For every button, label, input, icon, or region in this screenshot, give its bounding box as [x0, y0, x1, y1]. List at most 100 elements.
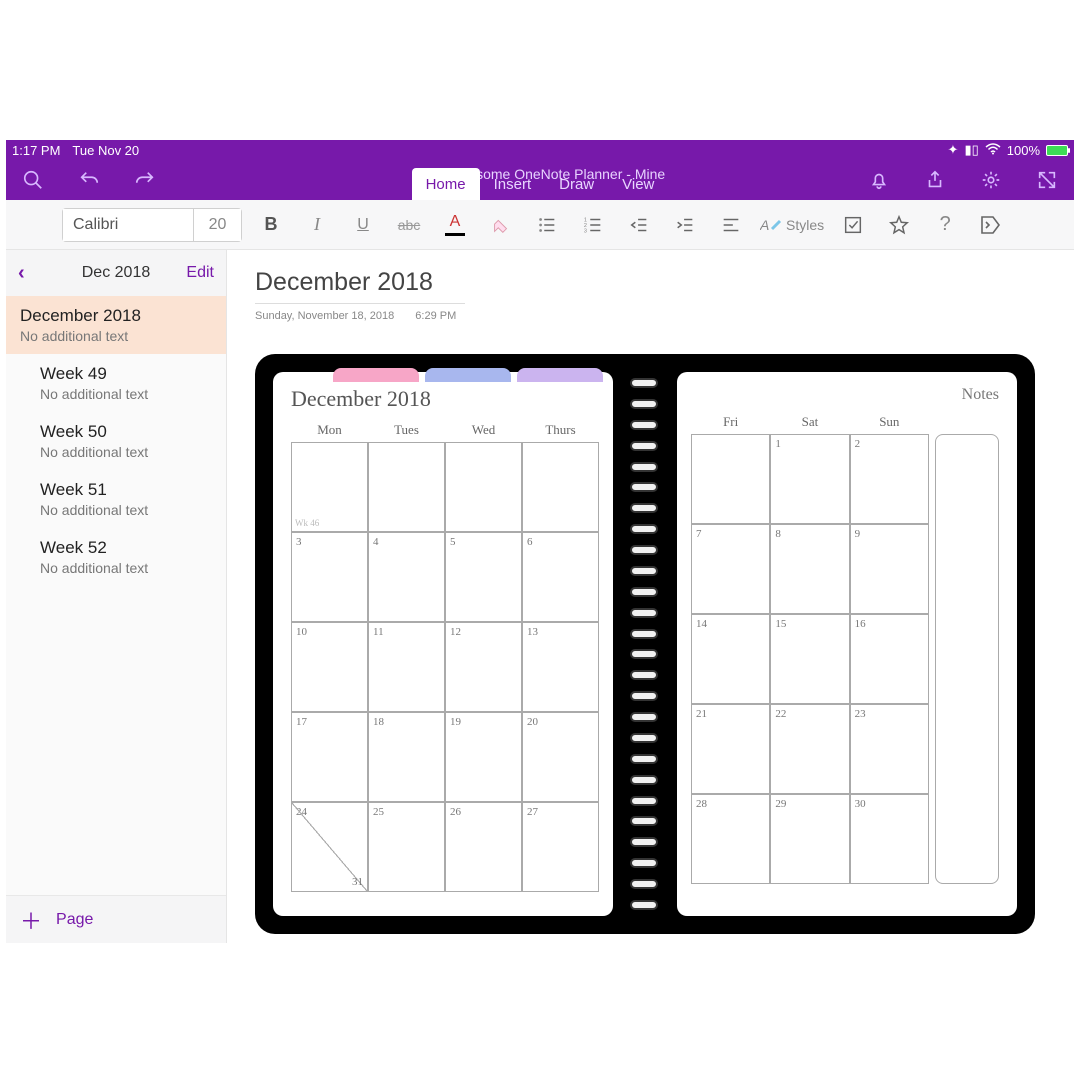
planner-month: December 2018 — [291, 386, 599, 412]
bold-button[interactable]: B — [254, 208, 288, 242]
planner-left-page: December 2018 MonTuesWedThursWk 46345610… — [273, 372, 613, 916]
tab-draw[interactable]: Draw — [545, 168, 608, 200]
calendar-cell: 8 — [770, 524, 849, 614]
page-item-title: Week 50 — [40, 422, 212, 442]
page-item-title: Week 49 — [40, 364, 212, 384]
notes-header-gap — [929, 414, 999, 434]
add-page-button[interactable]: ＋ Page — [6, 895, 226, 943]
spiral-ring — [630, 420, 658, 430]
font-name-input[interactable] — [63, 209, 193, 241]
tab-view[interactable]: View — [608, 168, 668, 200]
redo-icon[interactable] — [128, 163, 162, 197]
page-meta: Sunday, November 18, 2018 6:29 PM — [255, 310, 1046, 322]
page-item[interactable]: Week 51No additional text — [6, 470, 226, 528]
outdent-button[interactable] — [622, 208, 656, 242]
indent-button[interactable] — [668, 208, 702, 242]
todo-button[interactable] — [836, 208, 870, 242]
font-color-button[interactable]: A — [438, 208, 472, 242]
meta-time: 6:29 PM — [415, 310, 456, 322]
status-date: Tue Nov 20 — [72, 143, 139, 158]
title-rule — [255, 303, 465, 304]
strike-button[interactable]: abc — [392, 208, 426, 242]
calendar-cell: 9 — [850, 524, 929, 614]
spiral-ring — [630, 816, 658, 826]
calendar-cell: 30 — [850, 794, 929, 884]
calendar-cell: 2 — [850, 434, 929, 524]
edit-button[interactable]: Edit — [186, 264, 214, 282]
bell-icon[interactable] — [862, 163, 896, 197]
spiral-ring — [630, 399, 658, 409]
spiral-ring — [630, 587, 658, 597]
question-button[interactable]: ? — [928, 208, 962, 242]
share-icon[interactable] — [918, 163, 952, 197]
cell-icon: ▮▯ — [964, 142, 978, 158]
spiral-ring — [630, 629, 658, 639]
calendar-cell: 29 — [770, 794, 849, 884]
calendar-cell — [368, 442, 445, 532]
day-header: Sun — [850, 414, 929, 434]
page-title[interactable]: December 2018 — [255, 268, 1046, 297]
tab-home[interactable]: Home — [412, 168, 480, 200]
tab-insert[interactable]: Insert — [480, 168, 546, 200]
plus-icon: ＋ — [20, 904, 42, 936]
align-button[interactable] — [714, 208, 748, 242]
calendar-cell: 13 — [522, 622, 599, 712]
dnd-icon: ✦ — [948, 142, 959, 158]
spiral-ring — [630, 378, 658, 388]
styles-button[interactable]: A Styles — [760, 208, 824, 242]
calendar-cell: 23 — [850, 704, 929, 794]
search-icon[interactable] — [16, 163, 50, 197]
svg-text:A: A — [760, 217, 769, 233]
add-page-label: Page — [56, 911, 93, 929]
tag-button[interactable] — [974, 208, 1008, 242]
star-button[interactable] — [882, 208, 916, 242]
status-time: 1:17 PM — [12, 143, 60, 158]
day-header: Tues — [368, 422, 445, 442]
calendar-cell: 17 — [291, 712, 368, 802]
spiral-ring — [630, 900, 658, 910]
gear-icon[interactable] — [974, 163, 1008, 197]
titlebar: 2019 Awesome OneNote Planner - Mine Home… — [6, 160, 1074, 200]
spiral-ring — [630, 712, 658, 722]
page-item-title: December 2018 — [20, 306, 212, 326]
calendar-cell: 15 — [770, 614, 849, 704]
fullscreen-icon[interactable] — [1030, 163, 1064, 197]
calendar-cell: 11 — [368, 622, 445, 712]
calendar-cell: 2431 — [291, 802, 368, 892]
calendar-cell: 5 — [445, 532, 522, 622]
calendar-cell: 16 — [850, 614, 929, 704]
home-ribbon: B I U abc A 123 A Styles ? — [6, 200, 1074, 250]
planner-tabs — [333, 368, 603, 382]
battery-percent: 100% — [1007, 143, 1040, 158]
numbering-button[interactable]: 123 — [576, 208, 610, 242]
battery-icon — [1046, 145, 1068, 156]
spiral-ring — [630, 691, 658, 701]
underline-button[interactable]: U — [346, 208, 380, 242]
page-content[interactable]: December 2018 Sunday, November 18, 2018 … — [227, 250, 1074, 943]
font-selector[interactable] — [62, 208, 242, 242]
undo-icon[interactable] — [72, 163, 106, 197]
calendar-cell: 25 — [368, 802, 445, 892]
font-size-input[interactable] — [193, 209, 241, 241]
spiral-ring — [630, 670, 658, 680]
calendar-cell: 26 — [445, 802, 522, 892]
calendar-cell — [691, 434, 770, 524]
bullets-button[interactable] — [530, 208, 564, 242]
calendar-cell: 22 — [770, 704, 849, 794]
calendar-cell: 28 — [691, 794, 770, 884]
page-item[interactable]: Week 49No additional text — [6, 354, 226, 412]
calendar-cell: 3 — [291, 532, 368, 622]
calendar-cell: 1 — [770, 434, 849, 524]
spiral-ring — [630, 733, 658, 743]
calendar-cell: 27 — [522, 802, 599, 892]
spiral-ring — [630, 649, 658, 659]
spiral-ring — [630, 754, 658, 764]
back-icon[interactable]: ‹ — [18, 262, 25, 285]
calendar-cell: 21 — [691, 704, 770, 794]
page-item[interactable]: December 2018No additional text — [6, 296, 226, 354]
page-item[interactable]: Week 52No additional text — [6, 528, 226, 586]
page-item[interactable]: Week 50No additional text — [6, 412, 226, 470]
notes-column — [935, 434, 999, 884]
highlight-button[interactable] — [484, 208, 518, 242]
italic-button[interactable]: I — [300, 208, 334, 242]
